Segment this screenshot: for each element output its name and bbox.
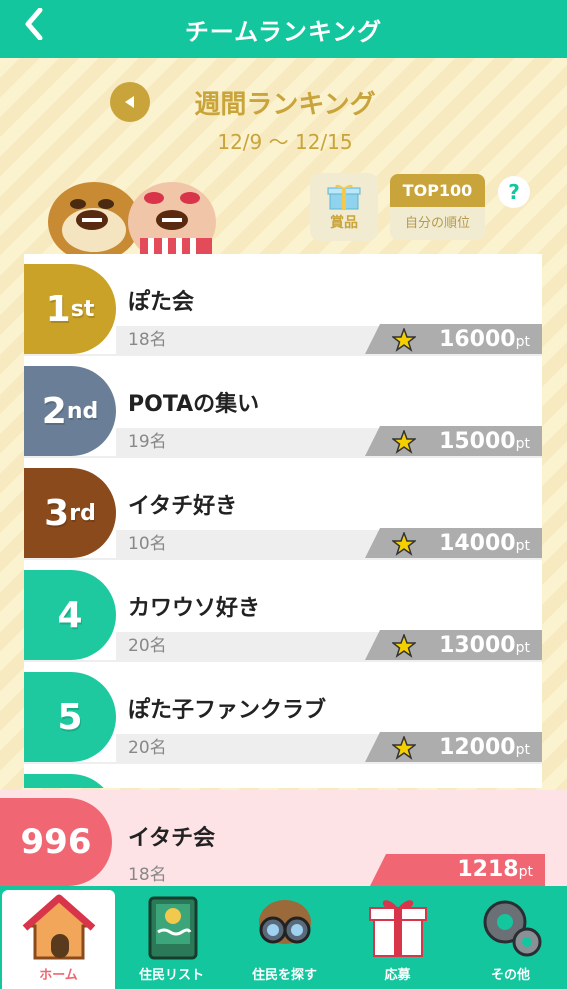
book-icon [148,896,197,960]
rank-number: 2 [41,390,67,432]
team-points-value: 12000 [439,735,516,760]
ranking-row[interactable]: 2nd POTAの集い 19名 15000pt [24,356,542,458]
nav-home[interactable]: ホーム [2,890,115,989]
team-points: 16000pt [364,324,542,356]
team-name: イタチ好き [128,494,238,519]
rank-badge: 2nd [24,366,116,456]
my-team-rank-badge: 996 [0,798,112,886]
gift-icon [368,900,427,957]
team-points-value: 16000 [439,327,516,352]
ranking-period-title: 週間ランキング [194,90,376,120]
team-name: ぽた会 [128,290,195,315]
bottom-navigation: ホーム 住民リスト 住民を探す 応募 その他 [0,886,567,989]
nav-resident-list[interactable]: 住民リスト [115,886,228,989]
team-points-unit: pt [515,334,530,350]
team-points-unit: pt [515,742,530,758]
ranking-list[interactable]: 1st ぽた会 18名 16000pt 2nd POTAの集い 19名 15000pt 3rd イ… [24,254,542,788]
gift-icon [327,184,361,210]
rank-suffix: st [70,296,95,322]
rank-number: 5 [57,696,83,738]
binoculars-icon [258,900,311,944]
star-icon [392,328,416,352]
team-points-value: 15000 [439,429,516,454]
star-icon [392,430,416,454]
my-team-name: イタチ会 [128,826,216,851]
rank-number: 4 [57,594,83,636]
team-points-unit: pt [515,640,530,656]
prize-button[interactable]: 賞品 [310,173,378,241]
star-icon [392,736,416,760]
team-name: ぽた子ファンクラブ [128,698,327,723]
my-rank-tab[interactable]: 自分の順位 [390,207,485,240]
ranking-date-range: 12/9 〜 12/15 [217,130,353,154]
nav-label: 応募 [384,968,411,983]
team-points: 14000pt [364,528,542,560]
previous-week-button[interactable] [110,82,150,122]
team-points-unit: pt [515,436,530,452]
gear-icon [483,900,541,957]
team-members: 10名 [116,530,396,558]
rank-suffix: nd [66,398,99,424]
ranking-row[interactable]: 1st ぽた会 18名 16000pt [24,254,542,356]
nav-other[interactable]: その他 [454,886,567,989]
rank-badge: 4 [24,570,116,660]
star-icon [392,532,416,556]
chevron-left-icon [25,7,43,41]
ranking-row[interactable]: 3rd イタチ好き 10名 14000pt [24,458,542,560]
team-points-value: 13000 [439,633,516,658]
team-members: 20名 [116,632,396,660]
rank-badge [24,774,116,788]
star-icon [392,634,416,658]
ranking-row[interactable]: 4 カワウソ好き 20名 13000pt [24,560,542,662]
my-team-row[interactable]: 996 イタチ会 18名 1218pt [0,790,567,886]
page-title: チームランキング [184,17,383,46]
team-members: 19名 [116,428,396,456]
team-points-unit: pt [515,538,530,554]
my-team-points: 1218pt [370,854,545,886]
nav-search-residents[interactable]: 住民を探す [228,886,341,989]
top100-tab[interactable]: TOP100 [390,174,485,207]
nav-label: 住民リスト [138,968,204,983]
mascot-illustration [48,182,216,256]
my-team-rank: 996 [20,822,92,862]
team-name: カワウソ好き [128,596,261,621]
team-name: POTAの集い [128,392,260,417]
top-bar: チームランキング [0,0,567,58]
back-button[interactable] [16,7,52,48]
rank-number: 1 [45,288,71,330]
home-icon [22,894,95,960]
team-members: 20名 [116,734,396,762]
rank-badge: 5 [24,672,116,762]
ranking-row[interactable]: 5 ぽた子ファンクラブ 20名 12000pt [24,662,542,764]
team-points: 15000pt [364,426,542,458]
team-points: 13000pt [364,630,542,662]
rank-suffix: rd [69,500,96,526]
rank-badge: 1st [24,264,116,354]
nav-apply[interactable]: 応募 [341,886,454,989]
nav-label: その他 [490,968,530,983]
prize-label: 賞品 [330,215,358,231]
ranking-row-partial[interactable] [24,764,542,788]
top100-toggle[interactable]: TOP100 自分の順位 [390,174,485,240]
nav-label: 住民を探す [251,968,317,983]
my-team-points-unit: pt [518,864,533,880]
my-team-points-value: 1218 [457,857,519,882]
triangle-left-icon [125,96,134,108]
team-points-value: 14000 [439,531,516,556]
rank-number: 3 [44,492,70,534]
rank-badge: 3rd [24,468,116,558]
nav-label: ホーム [39,968,78,983]
help-button[interactable]: ? [498,176,530,208]
my-team-members: 18名 [128,865,167,885]
team-members: 18名 [116,326,396,354]
team-points: 12000pt [364,732,542,764]
